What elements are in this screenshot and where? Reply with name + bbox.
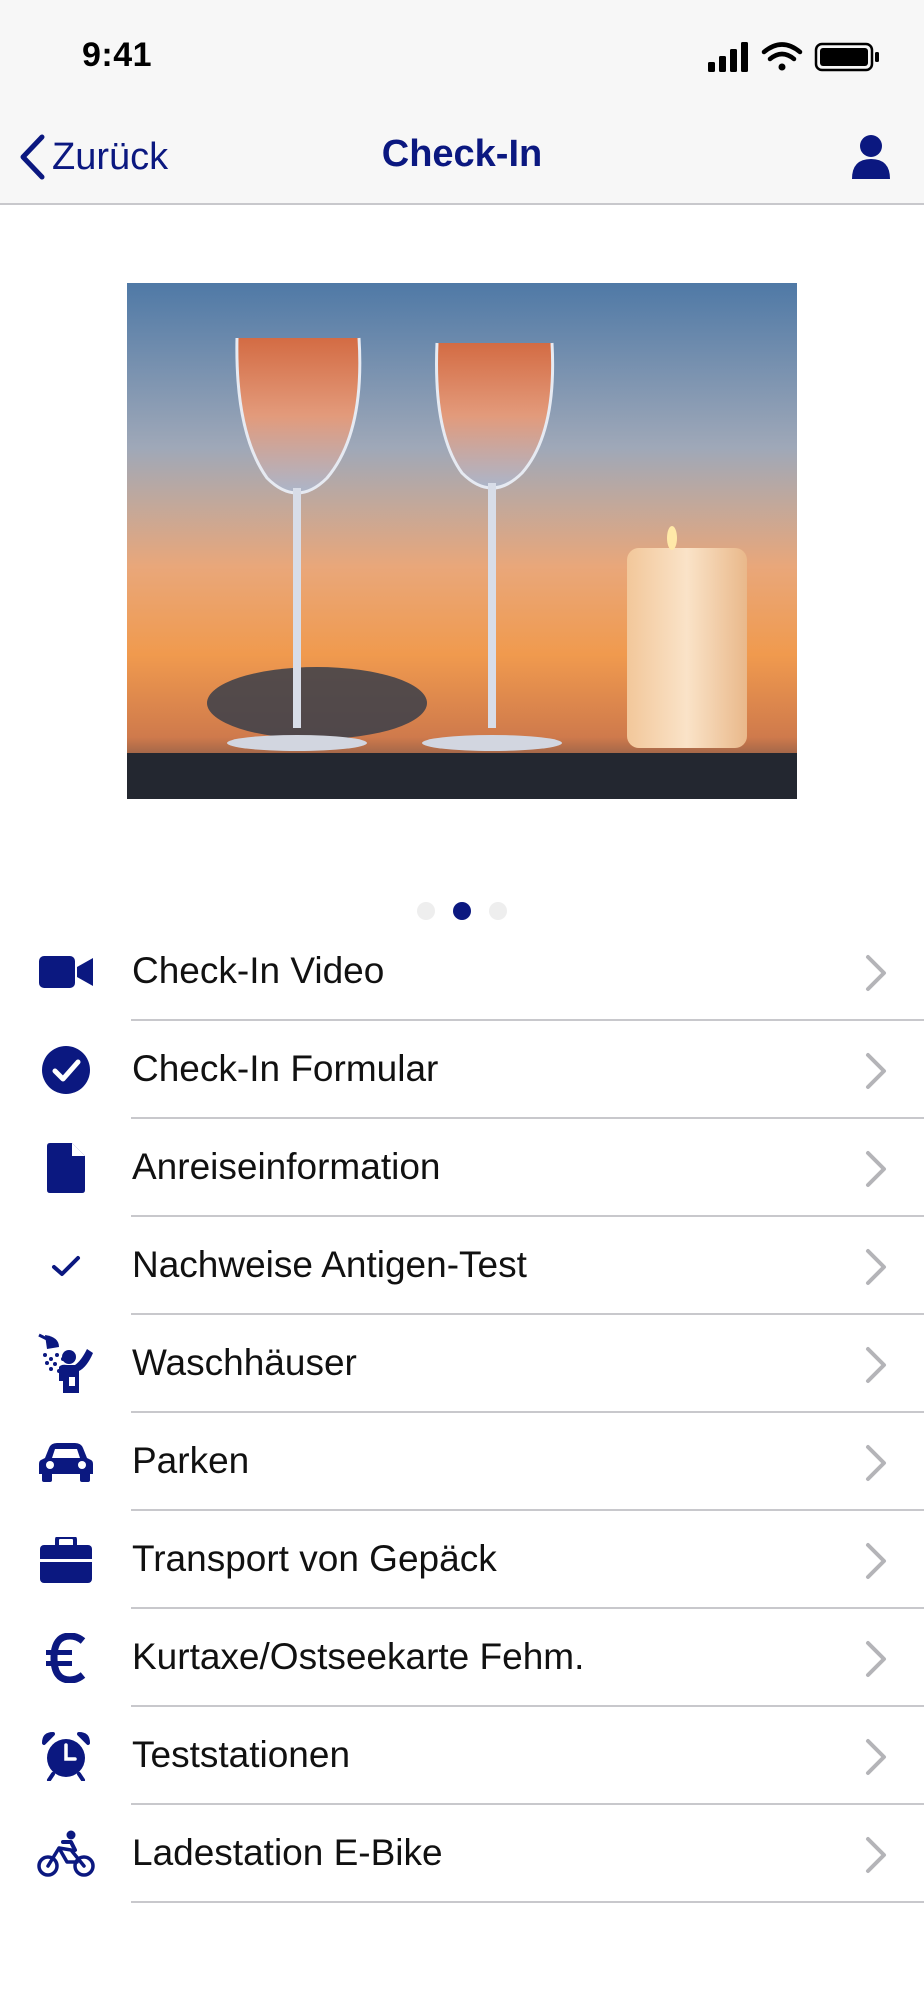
- page-dot-active[interactable]: [453, 902, 471, 920]
- menu-item-teststationen[interactable]: Teststationen: [0, 1707, 924, 1805]
- status-icons: [708, 42, 879, 72]
- check-circle-icon: [42, 1046, 90, 1094]
- menu-item-check-in-video[interactable]: Check-In Video: [0, 923, 924, 1021]
- page-title: Check-In: [381, 133, 543, 175]
- page-dot[interactable]: [489, 902, 507, 920]
- chevron-right-icon: [866, 1739, 886, 1775]
- chevron-right-icon: [866, 1837, 886, 1873]
- menu-item-waschhaeuser[interactable]: Waschhäuser: [0, 1315, 924, 1413]
- briefcase-icon: [40, 1537, 92, 1583]
- separator: [131, 1901, 924, 1903]
- wifi-icon: [761, 42, 803, 71]
- menu-item-label: Check-In Video: [132, 950, 385, 991]
- chevron-right-icon: [866, 1151, 886, 1187]
- menu-item-label: Nachweise Antigen-Test: [132, 1244, 527, 1285]
- menu-item-label: Ladestation E-Bike: [132, 1832, 443, 1873]
- menu-item-anreiseinformation[interactable]: Anreiseinformation: [0, 1119, 924, 1217]
- checkmark-icon: [52, 1256, 80, 1276]
- menu-item-label: Check-In Formular: [132, 1048, 439, 1089]
- bicycle-icon: [37, 1830, 95, 1877]
- menu-list: Check-In Video Check-In Formular Anreise…: [0, 923, 924, 1903]
- menu-item-label: Parken: [132, 1440, 250, 1481]
- status-bar: 9:41: [0, 0, 924, 115]
- nav-bar: Zurück Check-In: [0, 115, 924, 205]
- chevron-right-icon: [866, 1641, 886, 1677]
- chevron-right-icon: [866, 1445, 886, 1481]
- profile-icon[interactable]: [846, 131, 896, 181]
- alarm-clock-icon: [42, 1732, 90, 1781]
- chevron-right-icon: [866, 1249, 886, 1285]
- menu-item-kurtaxe[interactable]: Kurtaxe/Ostseekarte Fehm.: [0, 1609, 924, 1707]
- status-time: 9:41: [82, 36, 153, 74]
- video-camera-icon: [39, 956, 93, 988]
- shower-icon: [38, 1333, 93, 1393]
- menu-item-label: Anreiseinformation: [132, 1146, 441, 1187]
- signal-icon: [708, 42, 748, 72]
- document-icon: [47, 1143, 85, 1193]
- menu-item-parken[interactable]: Parken: [0, 1413, 924, 1511]
- menu-item-label: Teststationen: [132, 1734, 351, 1775]
- menu-item-check-in-formular[interactable]: Check-In Formular: [0, 1021, 924, 1119]
- menu-item-transport-von-gepaeck[interactable]: Transport von Gepäck: [0, 1511, 924, 1609]
- chevron-right-icon: [866, 1347, 886, 1383]
- chevron-right-icon: [866, 1543, 886, 1579]
- car-icon: [39, 1443, 93, 1482]
- menu-item-ladestation-e-bike[interactable]: Ladestation E-Bike: [0, 1805, 924, 1903]
- chevron-right-icon: [866, 1053, 886, 1089]
- page-dot[interactable]: [417, 902, 435, 920]
- chevron-right-icon: [866, 955, 886, 991]
- menu-item-label: Transport von Gepäck: [132, 1538, 497, 1579]
- menu-item-label: Waschhäuser: [132, 1342, 357, 1383]
- menu-item-label: Kurtaxe/Ostseekarte Fehm.: [132, 1636, 585, 1677]
- carousel-image[interactable]: [127, 283, 797, 799]
- battery-icon: [814, 42, 879, 72]
- euro-icon: [46, 1633, 86, 1683]
- menu-item-nachweise-antigen-test[interactable]: Nachweise Antigen-Test: [0, 1217, 924, 1315]
- page-indicator[interactable]: [0, 902, 924, 920]
